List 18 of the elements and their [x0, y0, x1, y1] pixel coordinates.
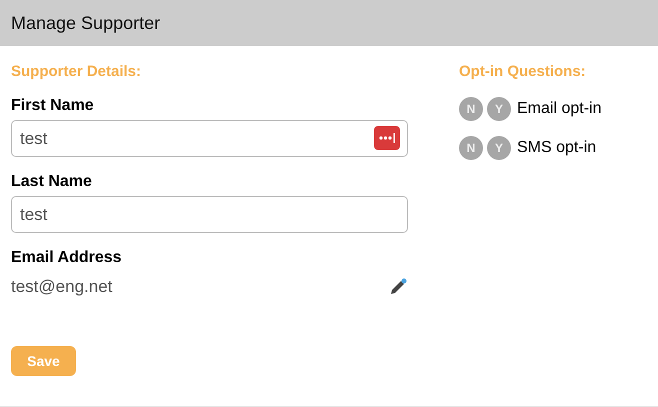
option-toggle[interactable]: N: [459, 136, 483, 160]
email-value: test@eng.net: [11, 277, 112, 297]
question-label: Email opt-in: [517, 100, 602, 118]
page-title: Manage Supporter: [11, 12, 160, 34]
save-button[interactable]: Save: [11, 346, 76, 376]
input-field[interactable]: test: [11, 196, 408, 233]
pencil-icon[interactable]: [388, 277, 408, 297]
option-toggle[interactable]: Y: [487, 97, 511, 121]
option-toggle[interactable]: N: [459, 97, 483, 121]
password-manager-icon[interactable]: [374, 126, 400, 150]
option-toggle[interactable]: Y: [487, 136, 511, 160]
section-heading: Supporter Details:: [11, 63, 142, 80]
section-heading: Opt-in Questions:: [459, 63, 587, 80]
field-label: Last Name: [11, 173, 93, 191]
field-label: First Name: [11, 97, 95, 115]
question-label: SMS opt-in: [517, 139, 596, 157]
field-label: Email Address: [11, 249, 123, 267]
input-field[interactable]: test: [11, 120, 408, 157]
